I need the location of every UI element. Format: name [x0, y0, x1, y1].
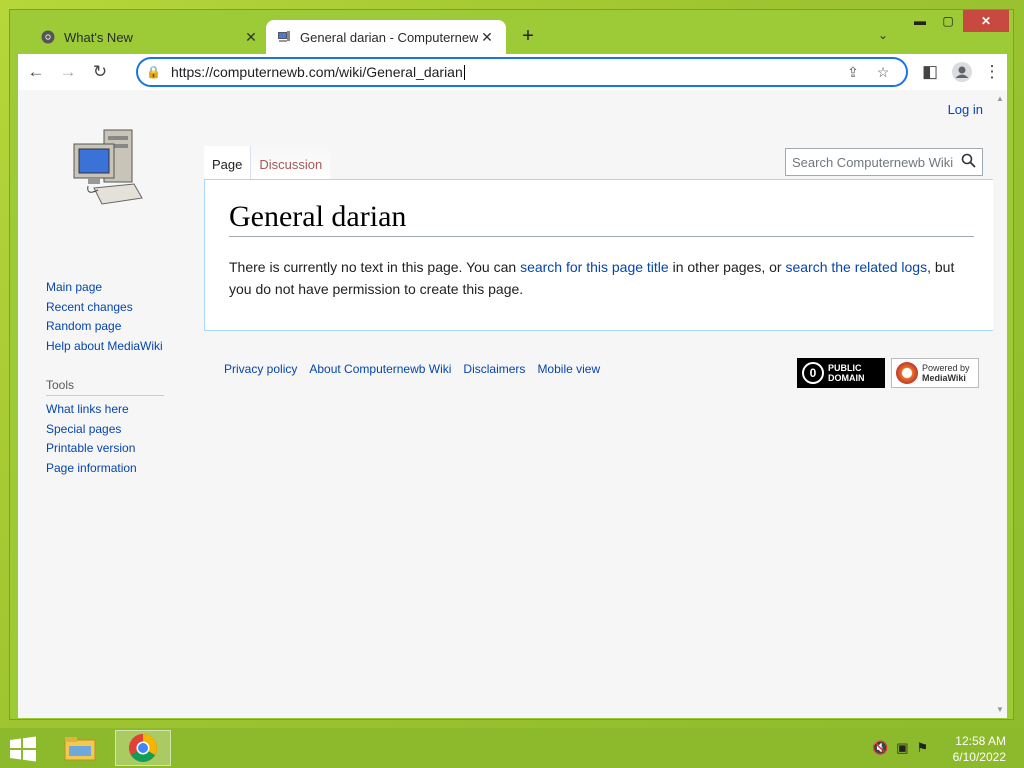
tools-item-printable-version[interactable]: Printable version: [46, 439, 137, 459]
sidebar-item-random-page[interactable]: Random page: [46, 317, 163, 337]
menu-kebab-icon[interactable]: ⋮: [976, 56, 1008, 88]
tools-item-special-pages[interactable]: Special pages: [46, 420, 137, 440]
body-text: There is currently no text in this page.…: [229, 259, 521, 275]
file-explorer-icon[interactable]: [52, 730, 108, 766]
article-text: There is currently no text in this page.…: [229, 256, 969, 300]
search-title-link[interactable]: search for this page title: [520, 259, 669, 275]
footer-disclaimers[interactable]: Disclaimers: [463, 362, 525, 376]
new-tab-button[interactable]: +: [518, 25, 538, 48]
minimize-button[interactable]: ▬: [907, 10, 933, 32]
search-icon[interactable]: [961, 153, 976, 171]
page-content: ▲ ▼ Log in Main page Recent changes Rand…: [18, 90, 1007, 718]
powered-by-mediawiki-badge[interactable]: Powered by MediaWiki: [891, 358, 979, 388]
search-input[interactable]: Search Computernewb Wiki: [785, 148, 983, 176]
tools-item-page-information[interactable]: Page information: [46, 459, 137, 479]
public-domain-badge[interactable]: 0 PUBLIC DOMAIN: [797, 358, 885, 388]
search-placeholder: Search Computernewb Wiki: [792, 154, 954, 170]
tab-strip: What's New ✕ General darian - Computerne…: [10, 10, 1013, 54]
body-text: in other pages, or: [668, 259, 786, 275]
browser-toolbar: ← → ↻ 🔒 https://computernewb.com/wiki/Ge…: [18, 54, 1007, 90]
reload-icon[interactable]: ↻: [84, 56, 116, 88]
clock-time: 12:58 AM: [955, 734, 1006, 748]
footer-privacy-policy[interactable]: Privacy policy: [224, 362, 297, 376]
badge-text: Powered by: [922, 363, 970, 373]
clock-date: 6/10/2022: [952, 750, 1006, 764]
tab-page[interactable]: Page: [204, 146, 251, 179]
tab-search-chevron-icon[interactable]: ⌄: [878, 28, 888, 42]
sidebar-item-recent-changes[interactable]: Recent changes: [46, 298, 163, 318]
volume-muted-icon[interactable]: 🔇: [872, 740, 888, 756]
close-tab-icon[interactable]: ✕: [242, 29, 260, 46]
share-icon[interactable]: ⇪: [838, 64, 868, 81]
computer-icon: [276, 29, 292, 45]
maximize-button[interactable]: ▢: [935, 10, 961, 32]
mediawiki-icon: [896, 362, 918, 384]
browser-window: What's New ✕ General darian - Computerne…: [9, 9, 1014, 720]
article-body: General darian There is currently no tex…: [204, 179, 993, 331]
address-bar[interactable]: 🔒 https://computernewb.com/wiki/General_…: [136, 57, 908, 87]
page-title: General darian: [229, 200, 974, 237]
side-panel-icon[interactable]: ◧: [914, 56, 946, 88]
network-icon[interactable]: ▣: [896, 740, 908, 756]
public-domain-icon: 0: [802, 362, 824, 384]
profile-avatar-icon[interactable]: [946, 56, 978, 88]
action-center-flag-icon[interactable]: ⚑: [916, 740, 928, 756]
badge-text: MediaWiki: [922, 373, 966, 383]
close-tab-icon[interactable]: ✕: [478, 29, 496, 46]
sidebar-item-help[interactable]: Help about MediaWiki: [46, 337, 163, 357]
tab-discussion[interactable]: Discussion: [250, 146, 331, 179]
footer-mobile-view[interactable]: Mobile view: [537, 362, 600, 376]
tools-item-what-links-here[interactable]: What links here: [46, 400, 137, 420]
sidebar-tools: What links here Special pages Printable …: [46, 400, 137, 478]
tab-title: What's New: [64, 29, 133, 45]
badge-text: PUBLIC: [828, 363, 862, 373]
sidebar-item-main-page[interactable]: Main page: [46, 278, 163, 298]
site-logo[interactable]: [68, 126, 148, 216]
chrome-icon: [40, 29, 56, 45]
taskbar: 🔇 ▣ ⚑ 12:58 AM 6/10/2022: [0, 728, 1024, 768]
sidebar-navigation: Main page Recent changes Random page Hel…: [46, 278, 163, 356]
login-link[interactable]: Log in: [948, 102, 983, 117]
back-icon[interactable]: ←: [20, 56, 52, 88]
lock-icon[interactable]: 🔒: [146, 65, 161, 79]
tab-general-darian[interactable]: General darian - Computernewb ✕: [266, 20, 506, 54]
close-window-button[interactable]: ✕: [963, 10, 1009, 32]
scroll-up-icon[interactable]: ▲: [996, 94, 1004, 103]
vertical-scrollbar[interactable]: ▲ ▼: [993, 90, 1007, 718]
windows-start-icon[interactable]: [8, 736, 38, 762]
footer-links: Privacy policy About Computernewb Wiki D…: [224, 362, 600, 376]
clock[interactable]: 12:58 AM 6/10/2022: [953, 733, 1006, 765]
footer-about[interactable]: About Computernewb Wiki: [309, 362, 451, 376]
tools-heading: Tools: [46, 378, 164, 396]
bookmark-star-icon[interactable]: ☆: [868, 64, 898, 81]
scroll-down-icon[interactable]: ▼: [996, 705, 1004, 714]
system-tray: 🔇 ▣ ⚑: [872, 740, 928, 756]
page-tabs: Page Discussion: [204, 146, 331, 179]
forward-icon[interactable]: →: [52, 56, 84, 88]
url-text[interactable]: https://computernewb.com/wiki/General_da…: [171, 64, 838, 81]
search-logs-link[interactable]: search the related logs: [785, 259, 927, 275]
tab-whats-new[interactable]: What's New ✕: [30, 20, 270, 54]
tab-title: General darian - Computernewb: [300, 29, 478, 45]
chrome-taskbar-icon[interactable]: [115, 730, 171, 766]
badge-text: DOMAIN: [828, 373, 865, 383]
